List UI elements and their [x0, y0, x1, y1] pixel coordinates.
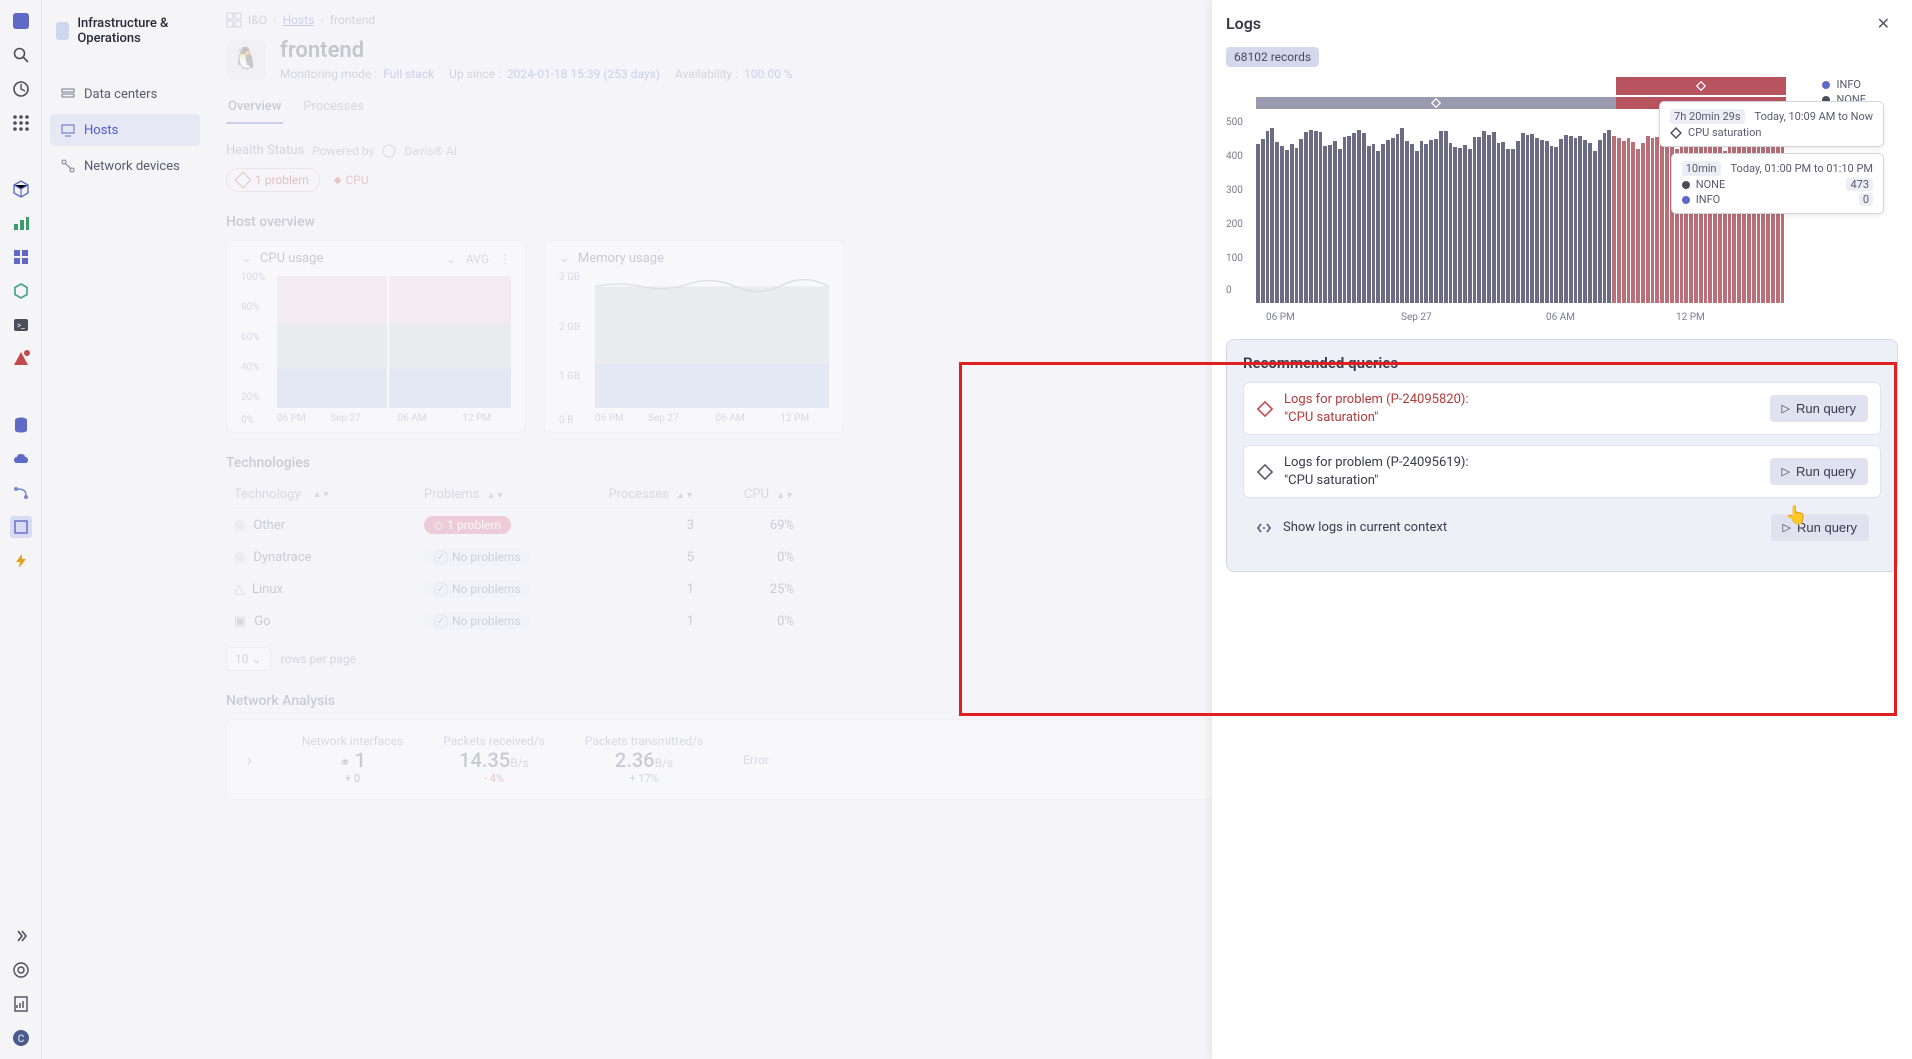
- col-cpu[interactable]: CPU ▲▼: [694, 487, 794, 502]
- query-text: Logs for problem (P-24095619):"CPU satur…: [1284, 454, 1469, 489]
- icon-rail: >_ C: [0, 0, 42, 1059]
- flow-icon[interactable]: [10, 482, 32, 504]
- lightning-icon[interactable]: [10, 550, 32, 572]
- col-processes[interactable]: Processes ▲▼: [584, 487, 694, 502]
- card-title: Memory usage: [578, 251, 664, 266]
- problem-badge: No problems: [424, 548, 531, 566]
- recommended-queries: Recommended queries Logs for problem (P-…: [1226, 339, 1898, 572]
- nav-label: Network devices: [84, 159, 180, 174]
- svg-text:C: C: [17, 1034, 24, 1045]
- search-icon[interactable]: [10, 44, 32, 66]
- technologies-table: Technology ▲▼ Problems ▲▼ Processes ▲▼ C…: [226, 481, 796, 637]
- table-row[interactable]: △Linux No problems 1 25%: [226, 573, 796, 605]
- chevron-down-icon[interactable]: ⌄: [446, 252, 456, 266]
- card-title: CPU usage: [260, 251, 323, 266]
- run-query-button[interactable]: Run query: [1770, 395, 1868, 422]
- terminal-icon[interactable]: >_: [10, 314, 32, 336]
- logo-icon[interactable]: [10, 10, 32, 32]
- chevron-right-icon: ›: [247, 750, 252, 769]
- code-icon: [1255, 519, 1273, 537]
- query-text: Show logs in current context: [1283, 519, 1447, 537]
- svg-text:>_: >_: [17, 321, 25, 330]
- report-icon[interactable]: [10, 993, 32, 1015]
- memory-chart: 3 GB 2 GB 1 GB 0 B 06 PM Sep 27 06 AM: [559, 272, 829, 422]
- breadcrumb-item[interactable]: I&O: [248, 13, 267, 27]
- chart-icon[interactable]: [10, 212, 32, 234]
- nav-label: Data centers: [84, 87, 157, 102]
- cube-icon[interactable]: [10, 178, 32, 200]
- run-query-button[interactable]: Run query: [1770, 458, 1868, 485]
- infra-icon[interactable]: [10, 516, 32, 538]
- hover-tooltip-2: 10minToday, 01:00 PM to 01:10 PM NONE473…: [1671, 153, 1884, 214]
- queries-title: Recommended queries: [1243, 354, 1881, 372]
- records-badge: 68102 records: [1226, 47, 1319, 67]
- chip-cpu[interactable]: CPU: [330, 168, 373, 192]
- breadcrumb-icon: [226, 12, 242, 28]
- problem-badge: No problems: [424, 612, 531, 630]
- table-row[interactable]: ◎Dynatrace No problems 5 0%: [226, 541, 796, 573]
- run-query-button[interactable]: Run query: [1771, 514, 1869, 541]
- host-os-icon: 🐧: [226, 40, 266, 80]
- davis-icon: [382, 144, 396, 158]
- logs-title: Logs: [1226, 14, 1261, 33]
- help-icon[interactable]: [10, 959, 32, 981]
- cpu-usage-card: ⌄ CPU usage ⌄AVG⋮ 100% 80% 60% 40% 20% 0…: [226, 240, 526, 433]
- logs-panel: Logs ✕ 68102 records 500 400 300 200 100…: [1212, 0, 1912, 1059]
- nav-item-data-centers[interactable]: Data centers: [50, 78, 200, 110]
- table-row[interactable]: ▣Go No problems 1 0%: [226, 605, 796, 637]
- table-row[interactable]: ◎Other 1 problem 3 69%: [226, 509, 796, 541]
- hover-tooltip-1: 7h 20min 29sToday, 10:09 AM to Now CPU s…: [1659, 101, 1884, 147]
- nav-label: Hosts: [84, 123, 118, 138]
- grid-icon[interactable]: [10, 246, 32, 268]
- tab-processes[interactable]: Processes: [301, 91, 366, 124]
- apps-icon[interactable]: [10, 112, 32, 134]
- cloud-icon[interactable]: [10, 448, 32, 470]
- hex-icon[interactable]: [10, 280, 32, 302]
- chip-problem[interactable]: 1 problem: [226, 168, 320, 192]
- col-technology[interactable]: Technology ▲▼: [234, 487, 424, 502]
- nav-item-network[interactable]: Network devices: [50, 150, 200, 182]
- alert-icon[interactable]: [10, 348, 32, 370]
- rows-select[interactable]: 10 ⌄: [226, 647, 271, 671]
- database-icon[interactable]: [10, 414, 32, 436]
- close-icon[interactable]: ✕: [1869, 10, 1898, 37]
- app-title: Infrastructure & Operations: [50, 12, 200, 50]
- page-title: frontend: [280, 38, 793, 63]
- breadcrumb-link[interactable]: Hosts: [283, 13, 315, 27]
- problem-badge: No problems: [424, 580, 531, 598]
- tab-overview[interactable]: Overview: [226, 91, 283, 124]
- problem-badge: 1 problem: [424, 516, 511, 534]
- expand-icon[interactable]: [10, 925, 32, 947]
- secondary-nav: Infrastructure & Operations Data centers…: [42, 0, 208, 1059]
- col-problems[interactable]: Problems ▲▼: [424, 487, 584, 502]
- app-title-icon: [56, 22, 69, 40]
- user-icon[interactable]: C: [10, 1027, 32, 1049]
- more-icon[interactable]: ⋮: [499, 252, 511, 266]
- query-item: Logs for problem (P-24095820):"CPU satur…: [1243, 382, 1881, 435]
- app-title-label: Infrastructure & Operations: [77, 16, 194, 46]
- dashboards-icon[interactable]: [10, 78, 32, 100]
- query-item: Logs for problem (P-24095619):"CPU satur…: [1243, 445, 1881, 498]
- cpu-chart: 100% 80% 60% 40% 20% 0% 06 PM: [241, 272, 511, 422]
- query-text: Logs for problem (P-24095820):"CPU satur…: [1284, 391, 1469, 426]
- nav-item-hosts[interactable]: Hosts: [50, 114, 200, 146]
- memory-usage-card: ⌄ Memory usage 3 GB 2 GB 1 GB 0 B: [544, 240, 844, 433]
- diamond-red-icon: [1256, 400, 1274, 418]
- query-item: Show logs in current context Run query: [1243, 508, 1881, 547]
- chevron-down-icon[interactable]: ⌄: [559, 251, 570, 266]
- logs-histogram[interactable]: 500 400 300 200 100 0 06 PM Sep 27 06 AM…: [1226, 77, 1786, 323]
- event-bar: [1256, 77, 1786, 95]
- host-meta: Monitoring mode : Full stack Up since : …: [280, 67, 793, 81]
- breadcrumb-item: frontend: [330, 13, 375, 27]
- chevron-down-icon[interactable]: ⌄: [241, 251, 252, 266]
- diamond-gray-icon: [1256, 463, 1274, 481]
